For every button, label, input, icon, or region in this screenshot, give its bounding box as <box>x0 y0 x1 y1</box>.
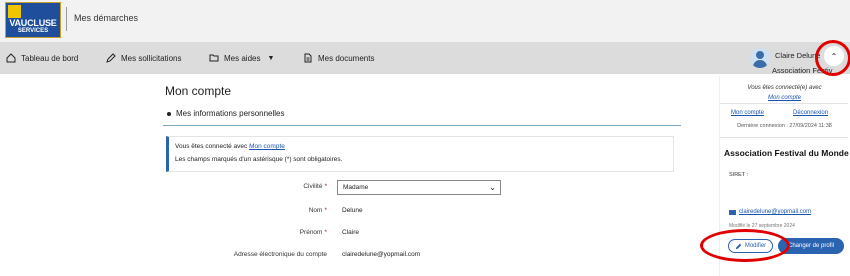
required-mark: * <box>324 183 327 190</box>
info-connected: Vous êtes connecté avec Mon compte <box>175 143 285 150</box>
logo-line1: VAUCLUSE <box>9 18 57 28</box>
header-divider <box>66 7 67 31</box>
change-profile-label: Changer de profil <box>787 243 835 249</box>
firstname-label-text: Prénom <box>299 229 323 236</box>
nav-label: Mes documents <box>318 53 375 63</box>
user-avatar[interactable] <box>750 48 770 68</box>
folder-icon <box>209 54 219 62</box>
lastname-label: Nom * <box>155 207 327 214</box>
email-label: Adresse électronique du compte <box>233 251 327 258</box>
home-icon <box>6 53 16 63</box>
required-note: Les champs marqués d'un astérisque (*) s… <box>175 156 343 163</box>
avatar-head <box>756 51 764 59</box>
email-field[interactable]: clairedelune@yopmail.com <box>337 247 501 262</box>
section-header: Mes informations personnelles <box>163 104 681 126</box>
nav-label: Mes sollicitations <box>121 53 182 63</box>
mail-icon <box>729 209 736 215</box>
panel-divider <box>720 103 848 104</box>
document-icon <box>304 53 312 63</box>
firstname-value: Claire <box>342 229 359 236</box>
app-title: Mes démarches <box>74 13 139 23</box>
bullet-icon <box>167 112 171 116</box>
logo-line2: SERVICES <box>17 28 49 34</box>
logo-mark-icon <box>8 5 21 18</box>
required-mark: * <box>324 229 327 236</box>
firstname-field[interactable]: Claire <box>337 225 501 240</box>
avatar-body <box>753 60 767 68</box>
lastname-field[interactable]: Delune <box>337 203 501 218</box>
user-name: Claire Delune <box>775 51 821 60</box>
modified-date: Modifié le 27 septembre 2024 <box>729 223 795 229</box>
page-title: Mon compte <box>165 84 232 98</box>
pen-icon <box>106 53 116 63</box>
panel-divider <box>720 137 848 138</box>
panel-connected-link[interactable]: Mon compte <box>768 95 801 101</box>
vaucluse-services-logo[interactable]: VAUCLUSE SERVICES <box>5 2 61 38</box>
nav-item-mes-aides[interactable]: Mes aides ▼ <box>209 51 274 65</box>
chevron-down-icon: ▼ <box>267 54 275 62</box>
nav-item-tableau-de-bord[interactable]: Tableau de bord <box>6 51 78 65</box>
nav-item-mes-sollicitations[interactable]: Mes sollicitations <box>106 51 181 65</box>
nav-label: Tableau de bord <box>21 53 79 63</box>
mon-compte-link[interactable]: Mon compte <box>249 143 285 150</box>
lastname-value: Delune <box>342 207 363 214</box>
civility-select[interactable]: Madame ⌄ <box>337 180 501 195</box>
annotation-circle-toggle <box>815 40 850 76</box>
nav-label: Mes aides <box>224 53 261 63</box>
civility-value: Madame <box>343 184 369 191</box>
firstname-label: Prénom * <box>155 229 327 236</box>
logout-link[interactable]: Déconnexion <box>793 110 828 116</box>
info-connected-text: Vous êtes connecté avec <box>175 143 248 150</box>
siret-label: SIRET : <box>729 172 749 178</box>
main-nav: Tableau de bord Mes sollicitations Mes a… <box>0 42 850 74</box>
nav-item-mes-documents[interactable]: Mes documents <box>303 51 374 65</box>
last-login: Dernière connexion : 27/09/2024 11:38 <box>737 123 832 129</box>
organization-name: Association Festival du Monde <box>724 148 849 158</box>
lastname-label-text: Nom <box>308 207 323 214</box>
civility-label-text: Civilité <box>303 183 323 190</box>
civility-label: Civilité * <box>155 183 327 190</box>
panel-connected-text: Vous êtes connecté(e) avec <box>747 85 822 91</box>
section-title: Mes informations personnelles <box>176 109 285 118</box>
panel-email: clairedelune@yopmail.com <box>729 209 811 215</box>
email-value: clairedelune@yopmail.com <box>342 251 421 258</box>
panel-email-link[interactable]: clairedelune@yopmail.com <box>739 209 811 215</box>
chevron-down-icon: ⌄ <box>489 183 496 192</box>
required-mark: * <box>324 207 327 214</box>
panel-connected-link-wrap: Mon compte <box>719 92 850 101</box>
annotation-circle-modify <box>700 229 790 262</box>
panel-mon-compte-link[interactable]: Mon compte <box>731 110 764 116</box>
top-header: VAUCLUSE SERVICES Mes démarches <box>0 0 850 42</box>
info-box: Vous êtes connecté avec Mon compte Les c… <box>166 136 674 172</box>
